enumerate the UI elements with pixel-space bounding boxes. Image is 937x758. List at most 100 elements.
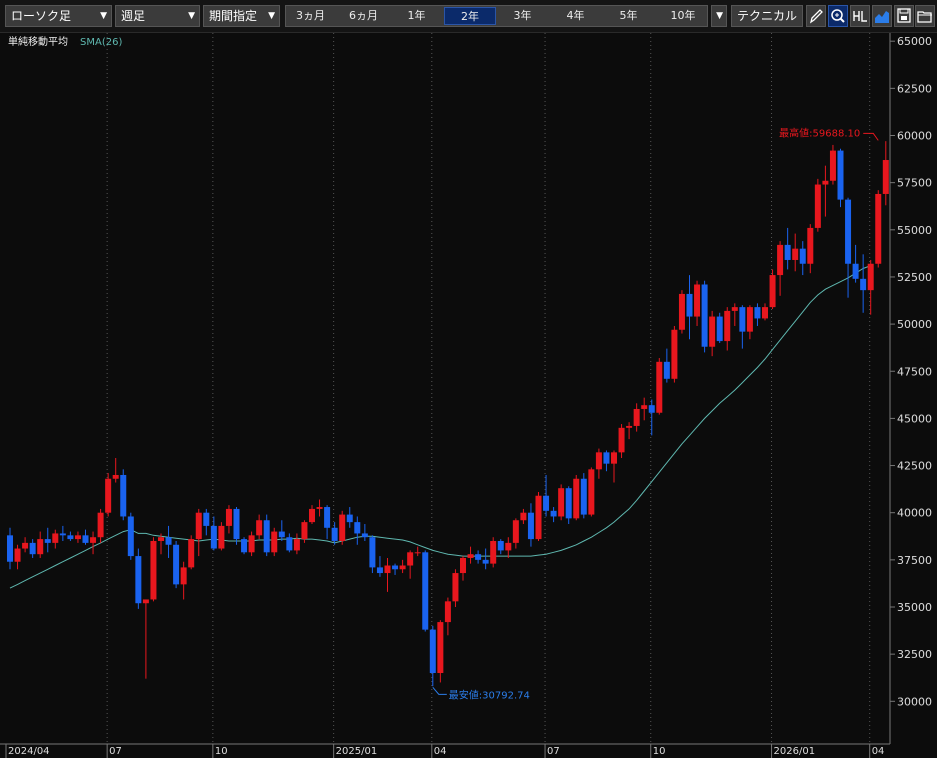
candle-body: [792, 248, 799, 260]
candle[interactable]: [241, 537, 248, 555]
candle[interactable]: [188, 535, 195, 570]
candle[interactable]: [105, 473, 112, 517]
candle[interactable]: [588, 467, 595, 517]
plot-background: [0, 33, 890, 744]
candle-body: [14, 548, 21, 562]
period-6m-button[interactable]: 6ヵ月: [341, 7, 386, 25]
candle[interactable]: [233, 507, 240, 545]
period-10y-button[interactable]: 10年: [659, 7, 707, 25]
candle[interactable]: [814, 178, 821, 232]
candle[interactable]: [127, 512, 134, 560]
chart-type-select[interactable]: ローソク足 ▼: [5, 5, 112, 27]
candle-body: [414, 552, 421, 554]
candle-body: [422, 552, 429, 630]
candle-body: [37, 539, 44, 555]
candle-body: [112, 474, 119, 479]
candle[interactable]: [218, 522, 225, 551]
period-3m-button[interactable]: 3ヵ月: [288, 7, 333, 25]
y-tick-label: 57500: [897, 177, 932, 190]
y-tick-label: 47500: [897, 365, 932, 378]
candle-body: [814, 184, 821, 228]
toolbar: ローソク足 ▼ 週足 ▼ 期間指定 ▼ 3ヵ月 6ヵ月 1年 2年 3年 4年 …: [0, 0, 937, 33]
period-4y-button[interactable]: 4年: [553, 7, 598, 25]
candle[interactable]: [875, 190, 882, 268]
period-5y-button[interactable]: 5年: [606, 7, 651, 25]
candle-body: [44, 539, 51, 543]
candle-body: [210, 525, 217, 549]
candle[interactable]: [671, 325, 678, 383]
candle[interactable]: [263, 514, 270, 557]
chevron-down-icon: ▼: [188, 11, 195, 21]
candle-body: [648, 405, 655, 413]
x-tick-label: 04: [434, 746, 447, 757]
candle-body: [626, 425, 633, 428]
candle-body: [241, 539, 248, 553]
period-2y-button[interactable]: 2年: [444, 7, 496, 25]
candle-body: [490, 540, 497, 564]
candle-body: [467, 554, 474, 558]
candle-body: [709, 316, 716, 347]
candle[interactable]: [135, 548, 142, 609]
candle-body: [271, 531, 278, 553]
candle-body: [505, 542, 512, 551]
candle-body: [399, 565, 406, 570]
candle[interactable]: [558, 484, 565, 521]
candle[interactable]: [769, 269, 776, 310]
candle-body: [7, 535, 13, 562]
candle[interactable]: [369, 535, 376, 574]
candle[interactable]: [829, 144, 836, 185]
candle[interactable]: [565, 486, 572, 525]
candle-body: [482, 559, 489, 564]
candle[interactable]: [422, 550, 429, 632]
y-tick-label: 62500: [897, 82, 932, 95]
y-tick-label: 45000: [897, 412, 932, 425]
x-tick-label: 2026/01: [774, 746, 816, 757]
candle[interactable]: [678, 290, 685, 334]
candle[interactable]: [656, 358, 663, 415]
candle-body: [165, 537, 172, 545]
candle[interactable]: [339, 510, 346, 545]
period-more-select[interactable]: ▼: [711, 5, 727, 27]
technical-label: テクニカル: [737, 9, 798, 23]
chart-style-button[interactable]: [872, 5, 892, 27]
candle-body: [512, 520, 519, 543]
pencil-button[interactable]: [806, 5, 826, 27]
candle[interactable]: [452, 569, 459, 607]
candle-body: [724, 310, 731, 342]
candle-body: [656, 361, 663, 413]
output-button[interactable]: [850, 5, 870, 27]
candle[interactable]: [716, 312, 723, 343]
candle-body: [316, 507, 323, 509]
candle[interactable]: [701, 280, 708, 353]
open-folder-button[interactable]: [915, 5, 935, 27]
interval-select[interactable]: 週足 ▼: [115, 5, 200, 27]
candle-body: [452, 573, 459, 602]
candle[interactable]: [580, 473, 587, 519]
candle-body: [203, 512, 210, 526]
zoom-icon: [831, 9, 845, 23]
candle[interactable]: [120, 469, 127, 521]
candle-body: [701, 284, 708, 347]
technical-button[interactable]: テクニカル: [731, 5, 803, 27]
period-1y-button[interactable]: 1年: [394, 7, 439, 25]
candle[interactable]: [490, 537, 497, 568]
candle[interactable]: [150, 537, 157, 602]
candle[interactable]: [573, 474, 580, 521]
zoom-button[interactable]: [828, 5, 848, 27]
candle-body: [392, 565, 399, 570]
candle[interactable]: [173, 540, 180, 589]
candle-body: [361, 533, 368, 538]
candlestick-chart[interactable]: 最高値:59688.10 最安値:30792.74 65000 62500 6000…: [0, 33, 937, 758]
candle-body: [618, 427, 625, 453]
period-mode-select[interactable]: 期間指定 ▼: [203, 5, 280, 27]
save-button[interactable]: [894, 5, 914, 27]
candle[interactable]: [837, 148, 844, 208]
candle[interactable]: [271, 527, 278, 557]
candle-body: [527, 512, 534, 540]
period-buttons: 3ヵ月 6ヵ月 1年 2年 3年 4年 5年 10年: [285, 5, 708, 27]
candle[interactable]: [535, 491, 542, 541]
chart-area[interactable]: 最高値:59688.10 最安値:30792.74 65000 62500 6000…: [0, 33, 937, 758]
candle-body: [580, 478, 587, 515]
x-tick-label: 10: [215, 746, 228, 757]
period-3y-button[interactable]: 3年: [500, 7, 545, 25]
